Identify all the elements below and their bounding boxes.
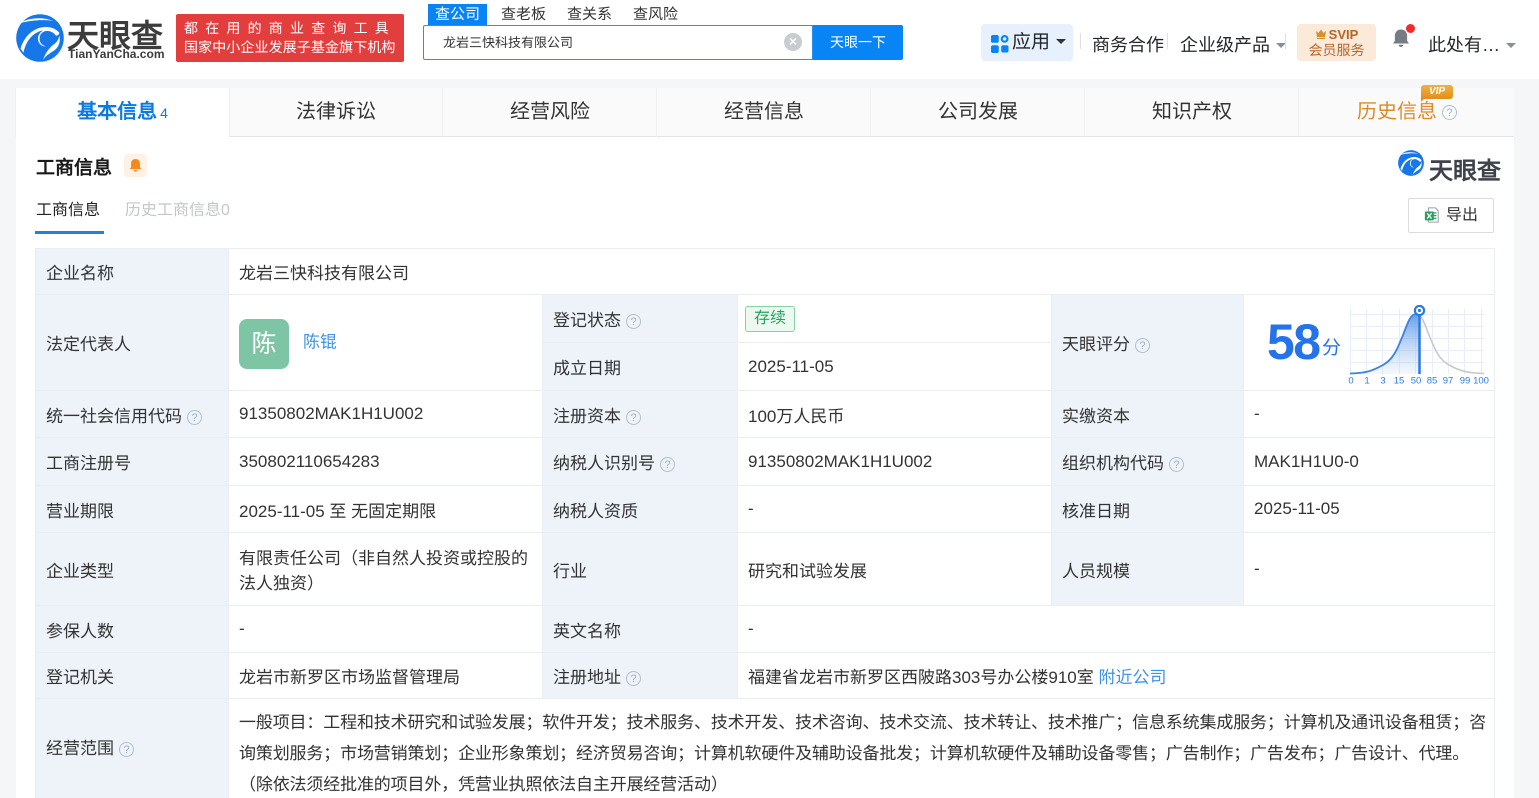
- svg-text:15: 15: [1394, 375, 1405, 386]
- svg-text:100: 100: [1473, 375, 1489, 386]
- svg-text:0: 0: [1348, 375, 1353, 386]
- svg-text:85: 85: [1427, 375, 1438, 386]
- svg-text:99: 99: [1460, 375, 1471, 386]
- svg-text:50: 50: [1411, 375, 1422, 386]
- svg-text:97: 97: [1443, 375, 1454, 386]
- svg-text:3: 3: [1380, 375, 1385, 386]
- svg-text:1: 1: [1364, 375, 1369, 386]
